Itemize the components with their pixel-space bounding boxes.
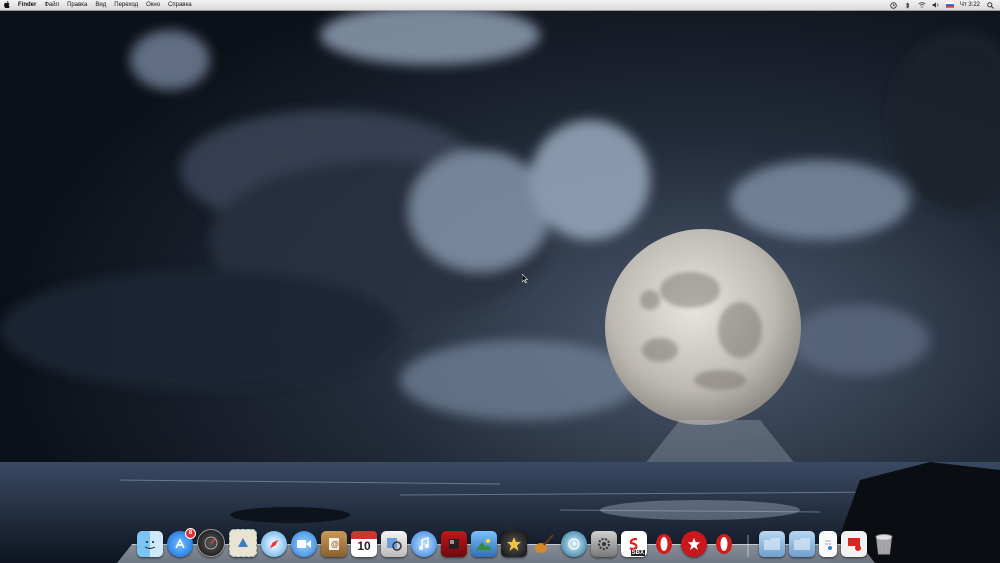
wallpaper bbox=[0, 0, 1000, 563]
mail-stamp-icon[interactable] bbox=[229, 529, 257, 557]
trash-icon[interactable] bbox=[871, 531, 897, 557]
calendar-header bbox=[351, 531, 377, 539]
menu-clock[interactable]: Чт 3:22 bbox=[960, 2, 980, 8]
iphoto-icon[interactable] bbox=[471, 531, 497, 557]
menu-view[interactable]: Вид bbox=[91, 0, 110, 10]
facetime-icon[interactable] bbox=[291, 531, 317, 557]
address-book-icon[interactable]: @ bbox=[321, 531, 347, 557]
safari-compass-icon[interactable] bbox=[261, 531, 287, 557]
preview-icon[interactable] bbox=[381, 531, 407, 557]
garageband-guitar-icon[interactable] bbox=[531, 531, 557, 557]
downloads-icon[interactable] bbox=[841, 531, 867, 557]
opera-icon[interactable] bbox=[651, 531, 677, 557]
apple-menu-icon[interactable] bbox=[0, 0, 14, 10]
documents-folder-icon[interactable] bbox=[789, 531, 815, 557]
pokerstars-icon[interactable] bbox=[681, 531, 707, 557]
menu-window[interactable]: Окно bbox=[142, 0, 164, 10]
finder-icon[interactable] bbox=[137, 531, 163, 557]
menu-help[interactable]: Справка bbox=[164, 0, 196, 10]
dock-separator bbox=[747, 535, 749, 557]
spotlight-icon[interactable] bbox=[986, 1, 994, 9]
calendar-day: 10 bbox=[357, 539, 371, 553]
itunes-icon[interactable] bbox=[411, 531, 437, 557]
menu-bar: Finder Файл Правка Вид Переход Окно Спра… bbox=[0, 0, 1000, 11]
dashboard-icon[interactable] bbox=[197, 529, 225, 557]
imovie-star-icon[interactable] bbox=[501, 531, 527, 557]
document-icon[interactable] bbox=[819, 531, 837, 557]
time-machine-icon[interactable] bbox=[890, 1, 898, 9]
sandbox-icon[interactable]: SBX bbox=[621, 531, 647, 557]
app-store-badge: 8 bbox=[185, 528, 196, 539]
flag-ru-icon[interactable] bbox=[945, 2, 954, 9]
svg-text:@: @ bbox=[331, 540, 339, 549]
menu-file[interactable]: Файл bbox=[40, 0, 63, 10]
dock: 8 @ 10 SBX bbox=[117, 527, 893, 563]
app-menu-finder[interactable]: Finder bbox=[14, 0, 40, 10]
menu-go[interactable]: Переход bbox=[110, 0, 142, 10]
applications-folder-icon[interactable] bbox=[759, 531, 785, 557]
volume-icon[interactable] bbox=[932, 2, 940, 9]
sandbox-label: SBX bbox=[630, 550, 645, 556]
system-preferences-icon[interactable] bbox=[591, 531, 617, 557]
menu-edit[interactable]: Правка bbox=[63, 0, 91, 10]
wifi-icon[interactable] bbox=[918, 2, 926, 9]
desktop[interactable]: Finder Файл Правка Вид Переход Окно Спра… bbox=[0, 0, 1000, 563]
mouse-cursor-icon bbox=[522, 274, 528, 283]
time-machine-app-icon[interactable] bbox=[561, 531, 587, 557]
calendar-icon[interactable]: 10 bbox=[351, 531, 377, 557]
photo-booth-icon[interactable] bbox=[441, 531, 467, 557]
opera-icon-2[interactable] bbox=[711, 531, 737, 557]
bluetooth-icon[interactable] bbox=[904, 1, 912, 9]
app-store-icon[interactable]: 8 bbox=[167, 528, 196, 557]
